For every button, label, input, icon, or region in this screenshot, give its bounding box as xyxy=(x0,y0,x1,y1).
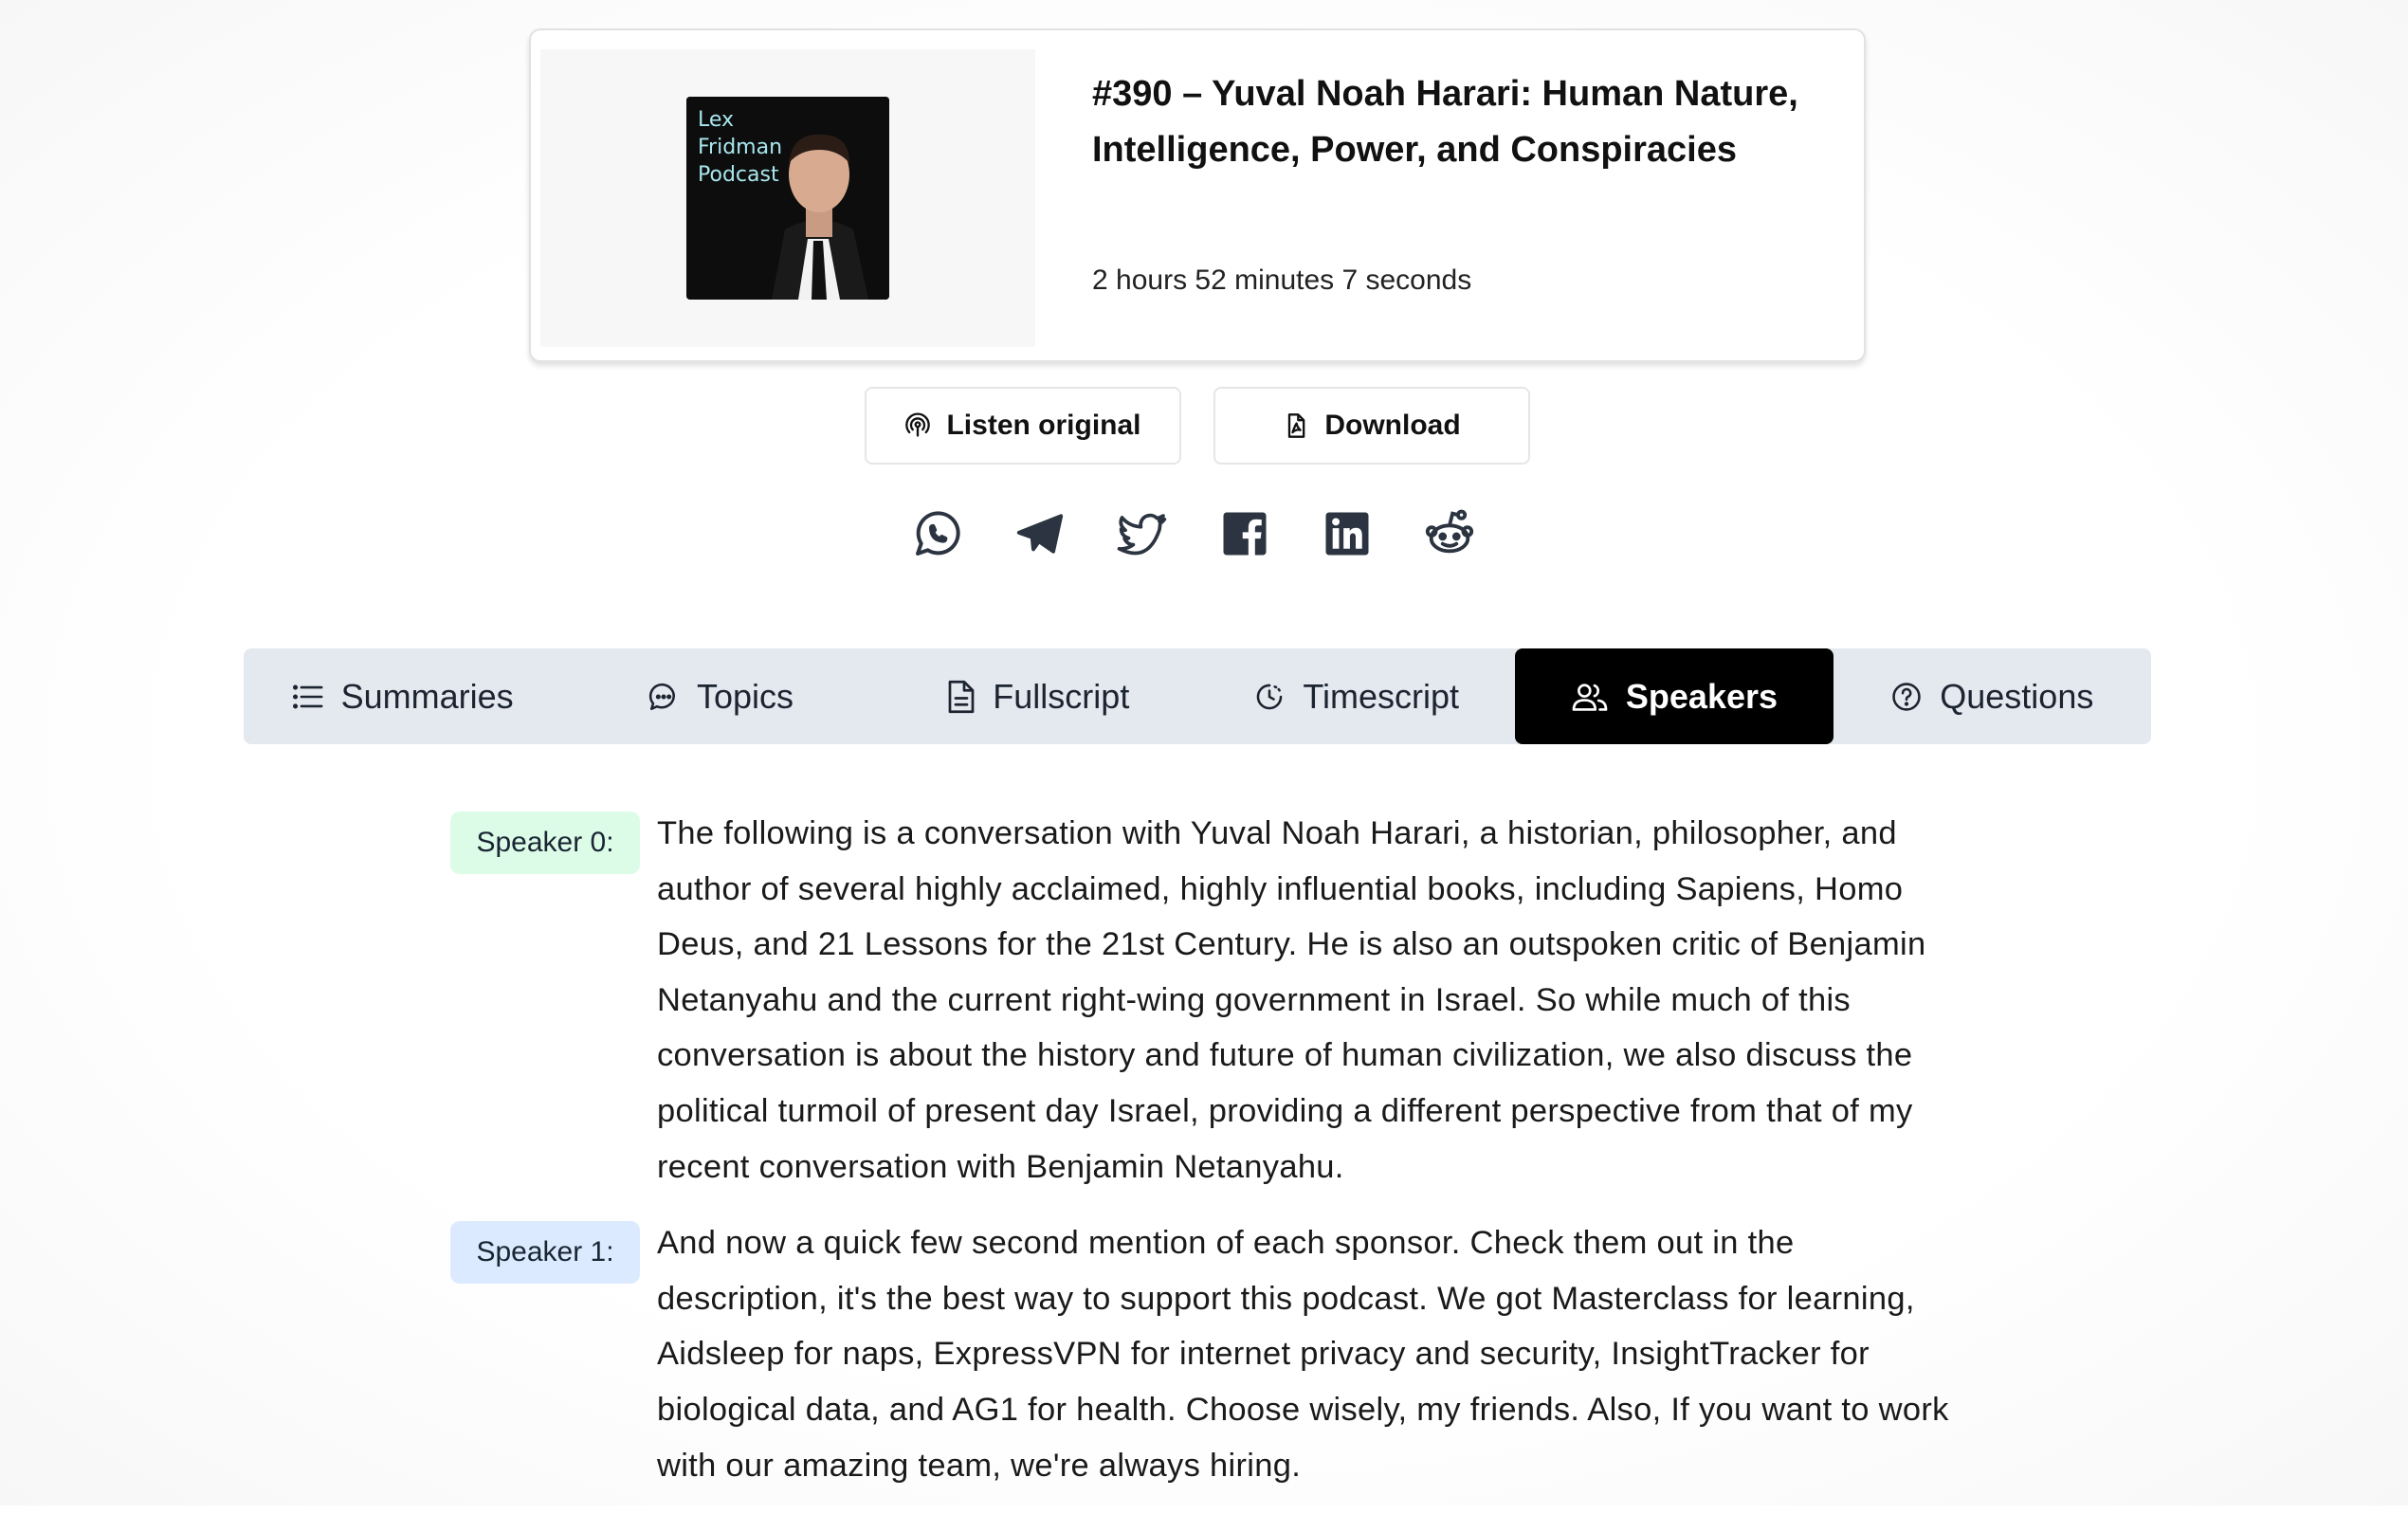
episode-duration: 2 hours 52 minutes 7 seconds xyxy=(1092,264,1472,296)
facebook-icon[interactable] xyxy=(1215,504,1274,563)
share-links xyxy=(908,504,1479,565)
document-icon xyxy=(947,680,976,714)
reddit-icon[interactable] xyxy=(1420,504,1479,563)
pdf-file-icon xyxy=(1283,411,1309,440)
cover-text: Lex Fridman Podcast xyxy=(698,108,783,187)
listen-original-button[interactable]: Listen original xyxy=(865,387,1181,465)
tab-timescript-label: Timescript xyxy=(1303,676,1459,716)
tab-questions-label: Questions xyxy=(1940,676,2094,716)
tab-summaries[interactable]: Summaries xyxy=(244,648,561,744)
speaker-transcript: Speaker 0: The following is a conversati… xyxy=(450,806,1967,1514)
tab-timescript[interactable]: Timescript xyxy=(1197,648,1515,744)
tab-speakers[interactable]: Speakers xyxy=(1515,648,1833,744)
list-icon xyxy=(292,683,324,711)
content-tabs: Summaries Topics Fullscript Timescript S… xyxy=(244,648,2151,744)
tab-topics[interactable]: Topics xyxy=(561,648,879,744)
tab-fullscript[interactable]: Fullscript xyxy=(880,648,1197,744)
transcript-entry: Speaker 0: The following is a conversati… xyxy=(450,806,1967,1195)
cover-panel: Lex Fridman Podcast xyxy=(540,49,1035,347)
tab-fullscript-label: Fullscript xyxy=(993,676,1130,716)
tab-summaries-label: Summaries xyxy=(340,676,514,716)
transcript-text: And now a quick few second mention of ea… xyxy=(657,1225,1949,1484)
transcript-text: The following is a conversation with Yuv… xyxy=(657,815,1926,1185)
transcript-entry: Speaker 1: And now a quick few second me… xyxy=(450,1215,1967,1493)
podcast-cover-image: Lex Fridman Podcast xyxy=(686,97,889,300)
clock-icon xyxy=(1253,681,1286,713)
tab-topics-label: Topics xyxy=(696,676,794,716)
listen-original-label: Listen original xyxy=(946,410,1141,441)
episode-card: Lex Fridman Podcast #390 – Yuval Noah Ha… xyxy=(529,28,1866,362)
whatsapp-icon[interactable] xyxy=(908,504,967,563)
episode-title: #390 – Yuval Noah Harari: Human Nature, … xyxy=(1092,74,1798,170)
twitter-icon[interactable] xyxy=(1113,504,1172,563)
users-icon xyxy=(1571,681,1609,713)
question-circle-icon xyxy=(1890,681,1923,713)
download-button[interactable]: Download xyxy=(1213,387,1530,465)
speaker-badge: Speaker 0: xyxy=(450,812,640,874)
podcast-icon xyxy=(904,412,931,439)
linkedin-icon[interactable] xyxy=(1318,504,1377,563)
tab-questions[interactable]: Questions xyxy=(1833,648,2151,744)
speaker-badge: Speaker 1: xyxy=(450,1221,640,1285)
chat-bubble-icon xyxy=(648,681,680,713)
download-label: Download xyxy=(1324,410,1461,441)
telegram-icon[interactable] xyxy=(1011,504,1069,563)
tab-speakers-label: Speakers xyxy=(1625,676,1779,716)
